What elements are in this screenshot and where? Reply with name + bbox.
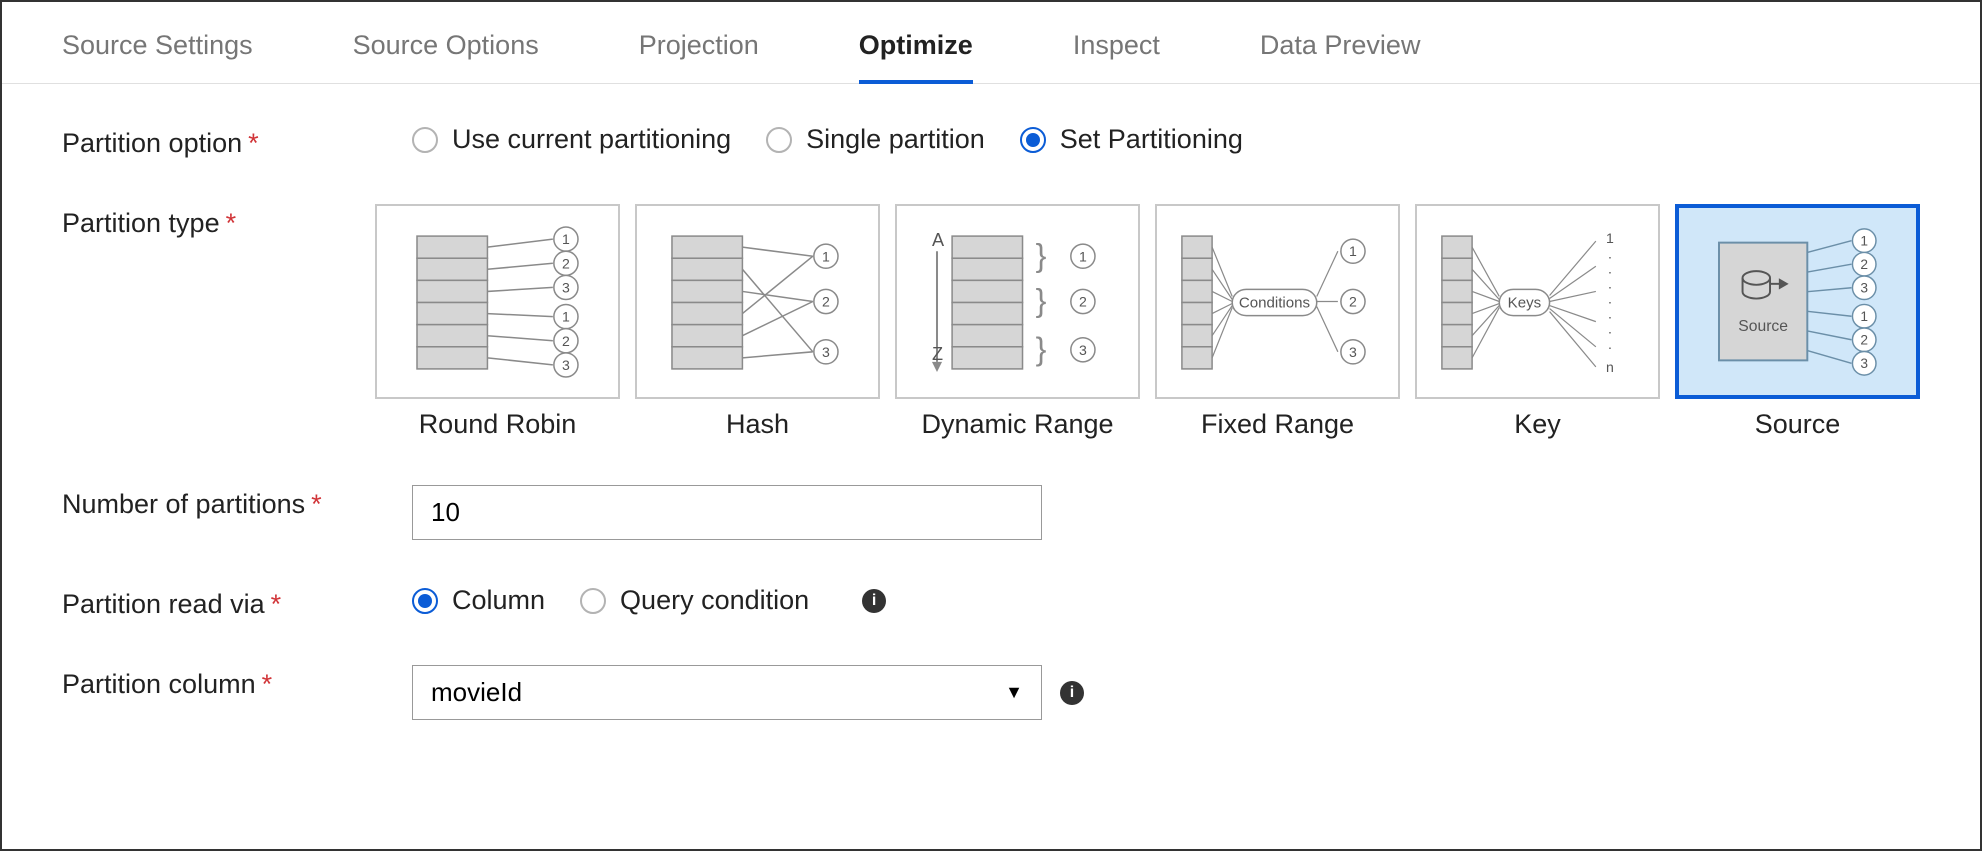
source-icon: Source 1 2 3 1 2 3 (1675, 204, 1920, 399)
svg-text:Source: Source (1738, 318, 1788, 335)
svg-text:1: 1 (1349, 243, 1357, 259)
svg-text:2: 2 (1860, 257, 1868, 272)
svg-text:1: 1 (1860, 309, 1868, 324)
round-robin-icon: 1 2 3 1 2 3 (375, 204, 620, 399)
svg-text:1: 1 (822, 248, 830, 264)
label-partition-column: Partition column* (62, 665, 412, 700)
tab-inspect[interactable]: Inspect (1073, 20, 1160, 83)
svg-text:·: · (1608, 324, 1613, 340)
svg-text:1: 1 (1079, 248, 1087, 264)
partition-type-label: Fixed Range (1201, 409, 1354, 440)
row-partition-column: Partition column* movieId ▼ i (62, 665, 1920, 720)
svg-text:·: · (1608, 309, 1613, 325)
svg-text:2: 2 (1349, 294, 1357, 310)
radio-label: Column (452, 585, 545, 616)
svg-text:}: } (1036, 331, 1047, 367)
svg-text:1: 1 (562, 309, 570, 325)
svg-text:1: 1 (562, 231, 570, 247)
svg-text:Z: Z (932, 344, 943, 364)
label-partition-type: Partition type* (62, 204, 375, 239)
svg-text:Keys: Keys (1508, 295, 1542, 312)
partition-type-fixed-range[interactable]: Conditions 1 2 3 Fixed Range (1155, 204, 1400, 440)
partition-type-key[interactable]: Keys 1 ··· ··· · n (1415, 204, 1660, 440)
svg-text:3: 3 (562, 279, 570, 295)
partition-type-label: Dynamic Range (921, 409, 1113, 440)
tab-source-settings[interactable]: Source Settings (62, 20, 253, 83)
svg-text:}: } (1036, 283, 1047, 319)
partition-type-dynamic-range[interactable]: A Z }}} (895, 204, 1140, 440)
radio-use-current[interactable]: Use current partitioning (412, 124, 731, 155)
tab-source-options[interactable]: Source Options (353, 20, 539, 83)
svg-text:·: · (1608, 294, 1613, 310)
radio-label: Set Partitioning (1060, 124, 1243, 155)
svg-text:2: 2 (822, 294, 830, 310)
tab-data-preview[interactable]: Data Preview (1260, 20, 1421, 83)
row-partition-type: Partition type* (62, 204, 1920, 440)
radio-single-partition[interactable]: Single partition (766, 124, 985, 155)
select-value: movieId (431, 677, 522, 708)
svg-text:n: n (1606, 359, 1614, 375)
dynamic-range-icon: A Z }}} (895, 204, 1140, 399)
radio-label: Single partition (806, 124, 985, 155)
partition-type-label: Round Robin (419, 409, 577, 440)
partition-type-hash[interactable]: 1 2 3 Hash (635, 204, 880, 440)
svg-text:3: 3 (1860, 356, 1868, 371)
svg-text:2: 2 (1860, 333, 1868, 348)
tab-projection[interactable]: Projection (639, 20, 759, 83)
svg-text:}: } (1036, 237, 1047, 273)
svg-text:1: 1 (1860, 234, 1868, 249)
partition-type-label: Key (1514, 409, 1561, 440)
label-partition-option: Partition option* (62, 124, 412, 159)
radio-query-condition[interactable]: Query condition (580, 585, 809, 616)
label-partition-read-via: Partition read via* (62, 585, 412, 620)
radio-label: Query condition (620, 585, 809, 616)
partition-type-label: Hash (726, 409, 789, 440)
partition-type-source[interactable]: Source 1 2 3 1 2 3 (1675, 204, 1920, 440)
svg-text:3: 3 (1079, 342, 1087, 358)
number-of-partitions-input[interactable] (412, 485, 1042, 540)
partition-column-select[interactable]: movieId ▼ (412, 665, 1042, 720)
row-number-of-partitions: Number of partitions* (62, 485, 1920, 540)
svg-text:2: 2 (562, 255, 570, 271)
svg-text:·: · (1608, 339, 1613, 355)
svg-text:3: 3 (1349, 344, 1357, 360)
row-partition-read-via: Partition read via* Column Query conditi… (62, 585, 1920, 620)
svg-text:·: · (1608, 248, 1613, 264)
partition-type-label: Source (1755, 409, 1841, 440)
svg-text:3: 3 (562, 357, 570, 373)
row-partition-option: Partition option* Use current partitioni… (62, 124, 1920, 159)
info-icon[interactable]: i (862, 589, 886, 613)
radio-set-partitioning[interactable]: Set Partitioning (1020, 124, 1243, 155)
tabs: Source Settings Source Options Projectio… (2, 2, 1980, 84)
svg-text:3: 3 (822, 344, 830, 360)
tab-optimize[interactable]: Optimize (859, 20, 973, 83)
fixed-range-icon: Conditions 1 2 3 (1155, 204, 1400, 399)
chevron-down-icon: ▼ (1005, 682, 1023, 703)
svg-text:A: A (932, 230, 945, 250)
svg-text:·: · (1608, 263, 1613, 279)
partition-type-round-robin[interactable]: 1 2 3 1 2 3 Round Robin (375, 204, 620, 440)
key-icon: Keys 1 ··· ··· · n (1415, 204, 1660, 399)
hash-icon: 1 2 3 (635, 204, 880, 399)
radio-column[interactable]: Column (412, 585, 545, 616)
svg-text:2: 2 (562, 333, 570, 349)
info-icon[interactable]: i (1060, 681, 1084, 705)
svg-text:2: 2 (1079, 294, 1087, 310)
label-number-of-partitions: Number of partitions* (62, 485, 412, 520)
svg-text:1: 1 (1606, 230, 1614, 246)
svg-text:Conditions: Conditions (1239, 295, 1310, 312)
radio-label: Use current partitioning (452, 124, 731, 155)
svg-text:3: 3 (1860, 281, 1868, 296)
svg-text:·: · (1608, 278, 1613, 294)
